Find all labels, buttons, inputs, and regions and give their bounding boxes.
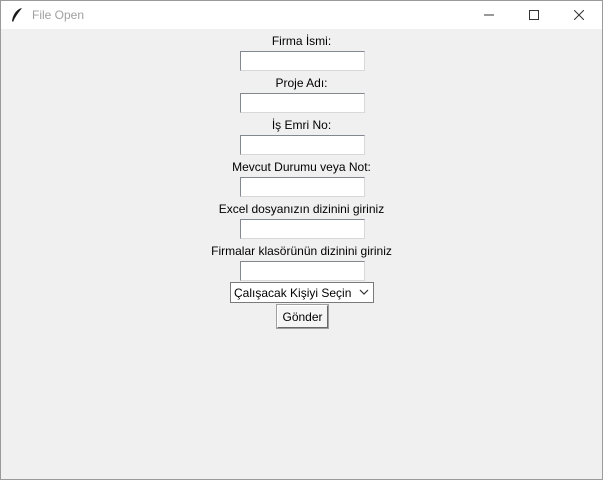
submit-button[interactable]: Gönder [277, 305, 328, 328]
excel-dizin-label: Excel dosyanızın dizinini giriniz [218, 202, 385, 216]
person-select[interactable]: Çalışacak Kişiyi Seçin [230, 282, 374, 303]
durum-not-label: Mevcut Durumu veya Not: [232, 160, 371, 174]
proje-adi-input[interactable] [240, 93, 365, 113]
app-window: File Open Firma İsmi: Proje Adı: İş Emri… [0, 0, 603, 480]
feather-icon [12, 8, 22, 22]
minimize-button[interactable] [466, 1, 512, 29]
is-emri-no-input[interactable] [240, 135, 365, 155]
maximize-button[interactable] [511, 1, 557, 29]
minimize-icon [484, 14, 494, 16]
firmalar-dizin-input[interactable] [240, 261, 365, 281]
excel-dizin-input[interactable] [240, 219, 365, 239]
close-button[interactable] [556, 1, 602, 29]
firmalar-dizin-label: Firmalar klasörünün dizinini giriniz [211, 244, 392, 258]
form-area: Firma İsmi: Proje Adı: İş Emri No: Mevcu… [1, 29, 602, 479]
firma-ismi-label: Firma İsmi: [271, 34, 332, 48]
proje-adi-label: Proje Adı: [275, 76, 328, 90]
is-emri-no-label: İş Emri No: [271, 118, 332, 132]
window-title: File Open [32, 8, 85, 22]
maximize-icon [529, 10, 539, 20]
person-select-value: Çalışacak Kişiyi Seçin [234, 286, 352, 300]
close-icon [574, 10, 584, 20]
title-bar[interactable]: File Open [1, 1, 602, 29]
firma-ismi-input[interactable] [240, 51, 365, 71]
chevron-down-icon [359, 289, 369, 295]
durum-not-input[interactable] [240, 177, 365, 197]
